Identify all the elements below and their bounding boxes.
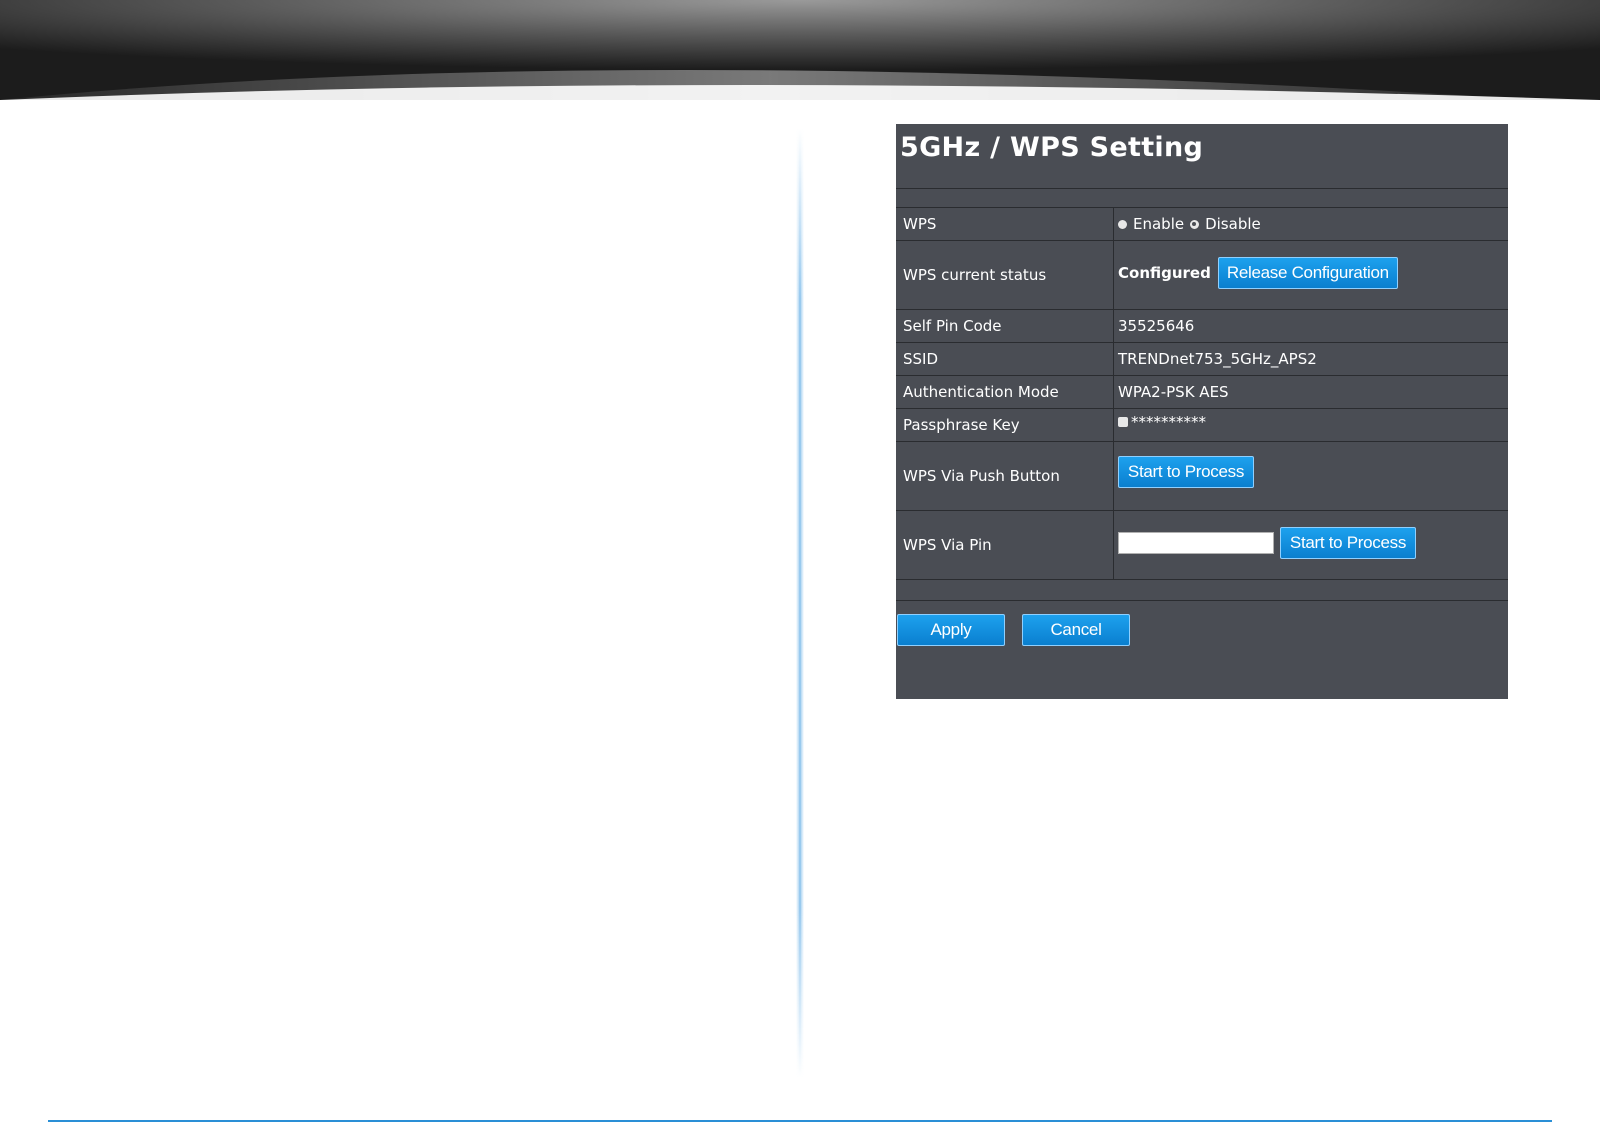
wps-status-label: WPS current status	[903, 266, 1047, 284]
wps-status-value: Configured	[1118, 264, 1211, 282]
column-divider	[1113, 310, 1114, 342]
wps-push-button-label: WPS Via Push Button	[903, 467, 1060, 485]
wps-enable-radio[interactable]	[1118, 219, 1127, 229]
authentication-mode-label: Authentication Mode	[903, 383, 1059, 401]
separator	[896, 188, 1508, 189]
wps-enable-label: Enable	[1133, 215, 1185, 233]
show-passphrase-checkbox[interactable]	[1118, 417, 1128, 427]
column-divider	[1113, 409, 1114, 441]
row-self-pin-code: Self Pin Code 35525646	[896, 310, 1508, 342]
row-authentication-mode: Authentication Mode WPA2-PSK AES	[896, 376, 1508, 408]
passphrase-key-value: **********	[1131, 413, 1206, 431]
wps-push-button-group: Start to Process	[1118, 456, 1254, 488]
center-divider	[796, 128, 804, 1078]
row-wps-push-button: WPS Via Push Button Start to Process	[896, 442, 1508, 510]
wps-pin-input[interactable]	[1118, 532, 1274, 554]
wps-via-pin-group: Start to Process	[1118, 527, 1416, 559]
apply-button[interactable]: Apply	[897, 614, 1005, 646]
column-divider	[1113, 241, 1114, 309]
wps-disable-radio[interactable]	[1190, 219, 1200, 229]
row-wps: WPS Enable Disable	[896, 208, 1508, 240]
column-divider	[1113, 376, 1114, 408]
passphrase-key-group: **********	[1118, 413, 1206, 431]
separator	[896, 579, 1508, 580]
pin-start-button[interactable]: Start to Process	[1280, 527, 1416, 559]
row-wps-via-pin: WPS Via Pin Start to Process	[896, 511, 1508, 579]
column-divider	[1113, 343, 1114, 375]
release-configuration-button[interactable]: Release Configuration	[1217, 257, 1398, 289]
row-ssid: SSID TRENDnet753_5GHz_APS2	[896, 343, 1508, 375]
passphrase-key-label: Passphrase Key	[903, 416, 1020, 434]
row-wps-status: WPS current status Configured Release Co…	[896, 241, 1508, 309]
column-divider	[1113, 442, 1114, 510]
row-passphrase-key: Passphrase Key **********	[896, 409, 1508, 441]
wps-label: WPS	[903, 215, 937, 233]
panel-title: 5GHz / WPS Setting	[900, 132, 1204, 163]
push-button-start-button[interactable]: Start to Process	[1118, 456, 1254, 488]
authentication-mode-value: WPA2-PSK AES	[1118, 383, 1229, 401]
cancel-button[interactable]: Cancel	[1022, 614, 1130, 646]
self-pin-code-label: Self Pin Code	[903, 317, 1002, 335]
ssid-value: TRENDnet753_5GHz_APS2	[1118, 350, 1317, 368]
wps-radio-group: Enable Disable	[1118, 215, 1267, 233]
column-divider	[1113, 208, 1114, 240]
ssid-label: SSID	[903, 350, 939, 368]
wps-status-value-group: Configured Release Configuration	[1118, 257, 1398, 289]
wps-via-pin-label: WPS Via Pin	[903, 536, 992, 554]
self-pin-code-value: 35525646	[1118, 317, 1195, 335]
top-banner	[0, 0, 1600, 100]
separator	[896, 600, 1508, 601]
wps-settings-panel: 5GHz / WPS Setting WPS Enable Disable WP…	[896, 124, 1508, 699]
wps-disable-label: Disable	[1205, 215, 1261, 233]
column-divider	[1113, 511, 1114, 579]
banner-swoosh	[0, 0, 1600, 100]
